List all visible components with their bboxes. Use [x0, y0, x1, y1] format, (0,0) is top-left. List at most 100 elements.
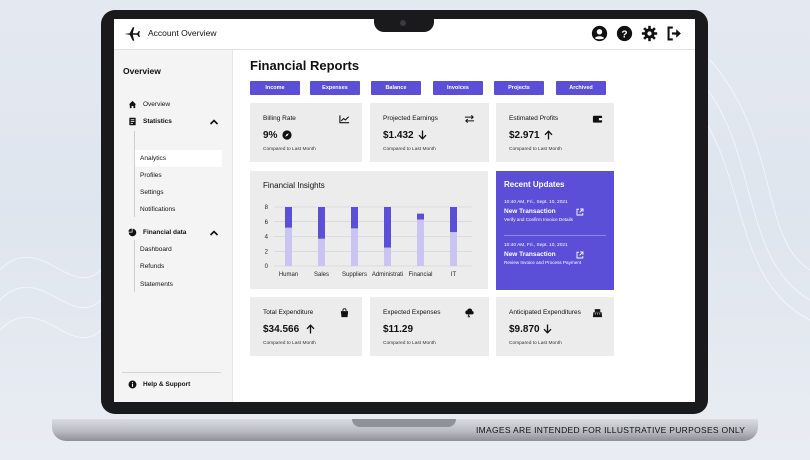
y-tick-label: 8: [265, 205, 269, 211]
sidebar-item-label: Overview: [143, 101, 171, 108]
update-description: Review Invoice and Process Payment: [504, 260, 582, 265]
tab-invoices[interactable]: Invoices: [433, 81, 483, 95]
bar-segment: [351, 207, 358, 229]
bar-segment: [384, 247, 391, 266]
arrow-down-icon: [543, 324, 552, 334]
register-icon: [592, 309, 603, 318]
help-circle-icon[interactable]: ?: [616, 25, 633, 42]
sidebar-subitem-analytics[interactable]: Analytics: [135, 150, 222, 167]
x-tick-label: Financial: [408, 272, 432, 278]
trend-chart-icon: [339, 115, 350, 124]
laptop-base-notch: [352, 419, 456, 427]
card-label: Anticipated Expenditures: [509, 309, 581, 316]
tab-balance[interactable]: Balance: [371, 81, 421, 95]
camera-notch: [374, 10, 434, 32]
app-title: Account Overview: [148, 28, 217, 38]
card-subtext: Compared to Last Month: [383, 147, 436, 152]
swap-arrows-icon: [464, 114, 475, 124]
sidebar-item-label: Statistics: [143, 118, 172, 125]
external-link-icon[interactable]: [576, 208, 584, 216]
financial-insights-card: Financial Insights 0 2 4 6 8 Human Sales Suppli…: [250, 171, 488, 289]
bar-segment: [318, 238, 325, 266]
user-circle-icon[interactable]: [591, 25, 608, 42]
bag-icon: [340, 308, 349, 318]
update-time: 10:40 AM, Fri., Sept. 10, 2021: [504, 243, 568, 248]
anticipated-expenditures-card[interactable]: Anticipated Expenditures $9.870 Compared…: [496, 297, 614, 356]
update-title[interactable]: New Transaction: [504, 251, 556, 258]
card-value: $11.29: [383, 324, 414, 335]
card-subtext: Compared to Last Month: [263, 341, 316, 346]
sidebar-subitem-dashboard[interactable]: Dashboard: [140, 246, 172, 253]
chevron-up-icon[interactable]: [209, 229, 219, 237]
x-tick-label: Suppliers: [342, 272, 367, 278]
external-link-icon[interactable]: [576, 251, 584, 259]
expected-expenses-card[interactable]: Expected Expenses $11.29 Compared to Las…: [370, 297, 489, 356]
x-tick-label: Human: [279, 272, 298, 278]
total-expenditure-card[interactable]: Total Expenditure $34.566 Compared to La…: [250, 297, 362, 356]
sidebar-subitem-notifications[interactable]: Notifications: [140, 206, 175, 213]
disclaimer-text: IMAGES ARE INTENDED FOR ILLUSTRATIVE PUR…: [476, 425, 746, 435]
logout-icon[interactable]: [666, 25, 683, 42]
storm-cloud-icon: [465, 308, 474, 318]
sidebar-subitem-settings[interactable]: Settings: [140, 189, 164, 196]
sidebar-item-overview[interactable]: Overview: [128, 100, 170, 109]
card-subtext: Compared to Last Month: [263, 147, 316, 152]
card-label: Total Expenditure: [263, 309, 314, 316]
y-tick-label: 2: [265, 249, 269, 255]
bar-segment: [450, 207, 457, 233]
x-tick-label: Sales: [314, 272, 329, 278]
y-tick-label: 0: [265, 264, 269, 270]
card-value: $1.432: [383, 130, 414, 141]
card-subtext: Compared to Last Month: [509, 147, 562, 152]
chevron-up-icon[interactable]: [209, 118, 219, 126]
gear-icon[interactable]: [641, 25, 658, 42]
arrow-down-icon: [418, 130, 427, 140]
sidebar-item-label: Financial data: [143, 229, 187, 236]
tab-archived[interactable]: Archived: [556, 81, 606, 95]
compass-icon: [282, 130, 292, 140]
airplane-icon[interactable]: [122, 25, 142, 43]
card-subtext: Compared to Last Month: [509, 341, 562, 346]
header-actions: ?: [591, 25, 683, 42]
tab-income[interactable]: Income: [250, 81, 300, 95]
sidebar-subitem-statements[interactable]: Statements: [140, 281, 173, 288]
update-time: 10:40 AM, Fri., Sept. 10, 2021: [504, 200, 568, 205]
document-icon: [129, 117, 136, 126]
submenu-rail: [134, 131, 135, 217]
home-icon: [128, 100, 137, 109]
bar-segment: [417, 219, 424, 266]
sidebar-item-label: Help & Support: [143, 381, 191, 388]
billing-rate-card[interactable]: Billing Rate 9% Compared to Last Month: [250, 103, 362, 162]
svg-text:?: ?: [621, 29, 627, 40]
bar-segment: [285, 207, 292, 228]
tab-expenses[interactable]: Expenses: [310, 81, 360, 95]
wallet-icon: [592, 115, 603, 123]
projected-earnings-card[interactable]: Projected Earnings $1.432 Compared to La…: [370, 103, 489, 162]
x-tick-label: Administrati: [372, 272, 403, 278]
pie-chart-icon: [128, 228, 137, 237]
card-value: $34.566: [263, 324, 300, 335]
app-screen: Account Overview ? Overview Overview Sta…: [114, 19, 695, 402]
estimated-profits-card[interactable]: Estimated Profits $2.971 Compared to Las…: [496, 103, 614, 162]
sidebar: Overview Overview Statistics Analytics P…: [114, 50, 233, 402]
sidebar-subitem-refunds[interactable]: Refunds: [140, 263, 164, 270]
tab-projects[interactable]: Projects: [494, 81, 544, 95]
sidebar-subitem-profiles[interactable]: Profiles: [140, 172, 162, 179]
updates-divider: [504, 235, 606, 236]
update-title[interactable]: New Transaction: [504, 208, 556, 215]
x-tick-label: IT: [451, 272, 457, 278]
help-support-link[interactable]: Help & Support: [128, 380, 190, 389]
y-tick-label: 4: [265, 235, 269, 241]
sidebar-item-statistics[interactable]: Statistics: [128, 117, 172, 126]
submenu-rail: [134, 240, 135, 292]
card-subtext: Compared to Last Month: [383, 341, 436, 346]
bar-segment: [450, 232, 457, 266]
sidebar-divider: [122, 372, 221, 373]
card-label: Estimated Profits: [509, 115, 559, 122]
bar-segment: [417, 213, 424, 220]
card-label: Billing Rate: [263, 115, 296, 122]
sidebar-title: Overview: [123, 66, 161, 76]
card-value: $9.870: [509, 324, 540, 335]
sidebar-item-financial-data[interactable]: Financial data: [128, 228, 186, 237]
card-value: $2.971: [509, 130, 540, 141]
